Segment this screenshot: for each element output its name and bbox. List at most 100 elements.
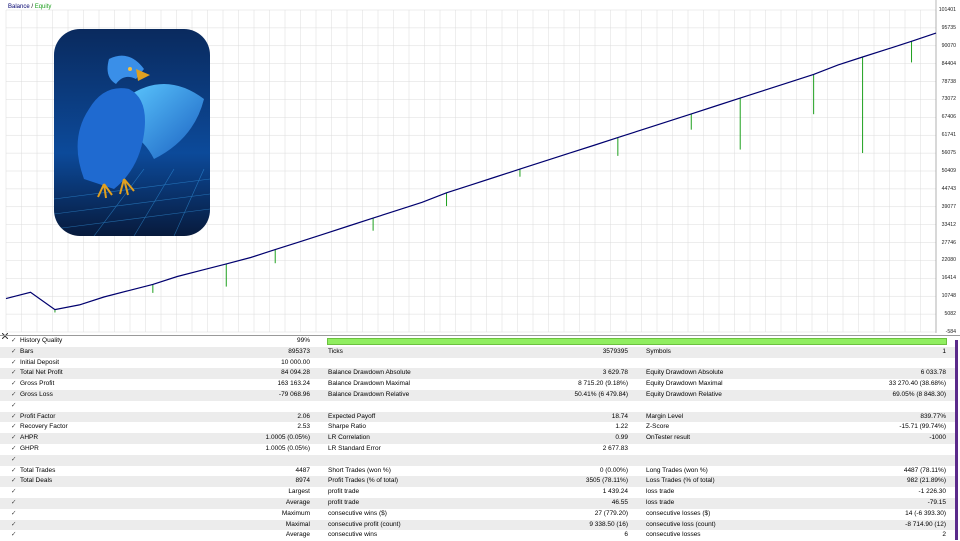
report-label: consecutive wins xyxy=(328,531,378,539)
report-label: Gross Loss xyxy=(20,391,53,398)
report-row: ✓ Recovery Factor 2.53 Sharpe Ratio 1.22 Z-Sc… xyxy=(0,422,955,433)
report-label: Balance Drawdown Relative xyxy=(328,391,410,398)
balance-equity-chart: Balance / Equity 101401 95735 90070 8440… xyxy=(0,0,960,335)
check-icon: ✓ xyxy=(11,445,17,452)
report-value: 18.74 xyxy=(611,412,628,420)
check-icon: ✓ xyxy=(11,477,17,485)
report-label: Average xyxy=(285,499,310,506)
report-label: consecutive losses ($) xyxy=(646,509,711,517)
y-tick-label: 39077 xyxy=(941,203,956,210)
legend-balance: Balance xyxy=(8,4,30,10)
report-label: Margin Level xyxy=(646,412,684,420)
check-icon: ✓ xyxy=(11,347,17,355)
report-value: 46.55 xyxy=(611,499,628,506)
report-label: Profit Factor xyxy=(20,412,56,420)
y-tick-label: 67406 xyxy=(941,114,956,121)
report-row: ✓ Average profit trade 46.55 loss trade -79.1… xyxy=(0,498,955,509)
report-label: Sharpe Ratio xyxy=(328,423,366,431)
report-row: ✓ Gross Profit 163 163.24 Balance Drawdown … xyxy=(0,379,955,390)
y-tick-label: 16414 xyxy=(941,275,956,282)
report-label: Maximum xyxy=(281,509,310,517)
report-label: Recovery Factor xyxy=(20,423,68,431)
report-row: ✓ Profit Factor 2.06 Expected Payoff 18.74 Ma… xyxy=(0,411,955,423)
report-value: 8 715.20 (9.18%) xyxy=(578,380,628,388)
report-label: Short Trades (won %) xyxy=(328,466,391,474)
report-row: ✓ Initial Deposit 10 000.00 xyxy=(0,358,955,369)
report-value: 6 xyxy=(624,531,628,539)
report-label: Profit Trades (% of total) xyxy=(328,477,399,485)
report-value: 84 094.28 xyxy=(281,369,310,377)
report-label: OnTester result xyxy=(646,434,691,442)
report-label: Maximal xyxy=(285,520,310,528)
check-icon: ✓ xyxy=(11,369,17,377)
report-row: ✓ Gross Loss -79 068.96 Balance Drawdown Re… xyxy=(0,390,955,401)
report-label: Z-Score xyxy=(646,423,670,431)
report-label: Bars xyxy=(20,347,34,355)
check-icon: ✓ xyxy=(11,499,17,506)
report-label: Long Trades (won %) xyxy=(646,466,708,474)
report-label: Total Deals xyxy=(20,477,53,485)
report-row: ✓ xyxy=(0,401,955,412)
check-icon: ✓ xyxy=(11,337,17,344)
backtest-report-table: ✓ History Quality 99% ✓ Bars 895373 Ticks 35… xyxy=(0,335,960,541)
report-value: 895373 xyxy=(288,347,310,355)
report-label: Largest xyxy=(288,488,310,496)
check-icon: ✓ xyxy=(11,358,17,366)
report-value: 1 439.24 xyxy=(602,488,628,496)
report-value: 8974 xyxy=(295,477,310,485)
report-label: LR Standard Error xyxy=(328,445,381,452)
chart-legend: Balance / Equity xyxy=(8,4,51,10)
report-row: ✓ Total Trades 4487 Short Trades (won %) 0 (… xyxy=(0,466,955,477)
y-tick-label: 78738 xyxy=(941,78,956,85)
report-value: 2.53 xyxy=(297,423,310,431)
y-tick-label: 10748 xyxy=(941,293,956,300)
report-label: Balance Drawdown Maximal xyxy=(328,380,411,388)
report-label: Initial Deposit xyxy=(20,358,60,366)
legend-separator: / xyxy=(31,4,34,10)
report-label: profit trade xyxy=(328,499,360,506)
report-label: consecutive wins ($) xyxy=(328,509,387,517)
report-row: ✓ Total Deals 8974 Profit Trades (% of tota… xyxy=(0,476,955,488)
report-value: 982 (21.89%) xyxy=(906,477,946,485)
legend-equity: Equity xyxy=(34,4,52,10)
check-icon: ✓ xyxy=(11,520,17,528)
check-icon: ✓ xyxy=(11,391,17,398)
report-value: 6 033.78 xyxy=(920,369,946,377)
report-label: consecutive loss (count) xyxy=(646,520,716,528)
report-label: Gross Profit xyxy=(20,380,55,388)
report-value: 2 xyxy=(942,531,946,539)
report-value: 2.06 xyxy=(297,412,310,420)
report-label: consecutive profit (count) xyxy=(328,520,401,528)
report-value: 3 629.78 xyxy=(602,369,628,377)
check-icon: ✓ xyxy=(11,423,17,431)
report-value: -79.15 xyxy=(927,499,946,506)
report-value: 163 163.24 xyxy=(277,380,310,388)
scrollbar[interactable] xyxy=(955,340,958,540)
report-value: -1000 xyxy=(929,434,946,442)
check-icon: ✓ xyxy=(11,488,17,496)
report-label: Equity Drawdown Absolute xyxy=(646,369,724,377)
report-value: 33 270.40 (38.68%) xyxy=(888,380,946,388)
report-label: Average xyxy=(285,531,310,539)
y-tick-label: 44743 xyxy=(941,185,956,192)
report-label: History Quality xyxy=(20,337,63,344)
report-label: loss trade xyxy=(646,488,675,496)
report-row-history-quality: ✓ History Quality 99% xyxy=(0,336,955,347)
y-tick-label: 27746 xyxy=(941,239,956,246)
report-value: 1.22 xyxy=(615,423,628,431)
y-tick-label: 95735 xyxy=(941,24,956,31)
report-value: 1.0005 (0.05%) xyxy=(265,434,310,442)
report-row: ✓ xyxy=(0,454,955,466)
report-value: -15.71 (99.74%) xyxy=(899,423,946,431)
report-row: ✓ Largest profit trade 1 439.24 loss trade -1… xyxy=(0,487,955,498)
report-row: ✓ AHPR 1.0005 (0.05%) LR Correlation 0.99 OnT… xyxy=(0,433,955,444)
report-value: 14 (-6 393.30) xyxy=(905,509,946,517)
report-label: loss trade xyxy=(646,499,675,506)
report-value: 69.05% (8 848.30) xyxy=(892,391,946,398)
y-tick-label: 101401 xyxy=(938,7,956,13)
report-label: Symbols xyxy=(646,347,671,355)
report-row: ✓ Average consecutive wins 6 consecutive los… xyxy=(0,530,955,541)
check-icon: ✓ xyxy=(11,401,17,409)
check-icon: ✓ xyxy=(11,509,17,517)
report-value: -8 714.90 (12) xyxy=(905,520,946,528)
